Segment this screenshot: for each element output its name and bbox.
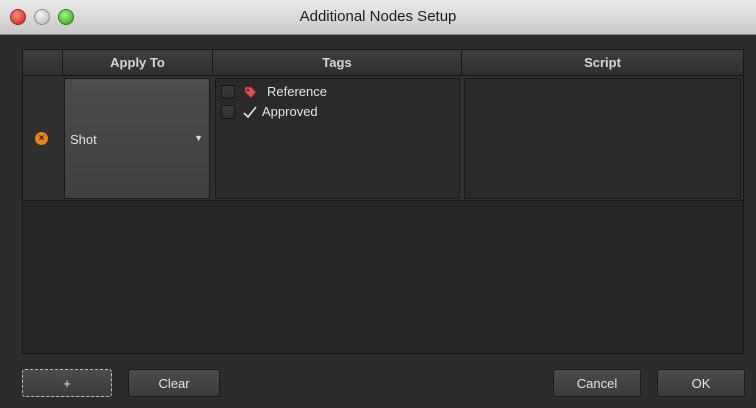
remove-circle-icon[interactable]: × bbox=[35, 132, 48, 145]
tag-label: Approved bbox=[262, 104, 318, 119]
additional-nodes-setup-window: Additional Nodes Setup Apply To Tags Scr… bbox=[0, 0, 756, 408]
apply-to-dropdown[interactable]: Shot ▼ bbox=[64, 78, 210, 199]
script-column-header: Script bbox=[584, 55, 621, 70]
ok-button[interactable]: OK bbox=[657, 369, 745, 397]
clear-button[interactable]: Clear bbox=[128, 369, 220, 397]
checkmark-icon bbox=[243, 106, 257, 119]
apply-to-column-header: Apply To bbox=[63, 50, 213, 75]
cancel-button[interactable]: Cancel bbox=[553, 369, 641, 397]
tag-item-reference: Reference bbox=[221, 83, 451, 101]
window-title: Additional Nodes Setup bbox=[299, 8, 457, 25]
tag-reference-checkbox[interactable] bbox=[221, 85, 235, 99]
title-bar: Additional Nodes Setup bbox=[0, 0, 756, 35]
tag-approved-checkbox[interactable] bbox=[221, 105, 235, 119]
tag-icon bbox=[244, 86, 257, 99]
row-select-cell: × bbox=[23, 76, 63, 200]
script-cell[interactable] bbox=[464, 78, 741, 199]
table-row: × Shot ▼ Reference Approved bbox=[23, 76, 743, 201]
tag-label: Reference bbox=[267, 84, 327, 99]
tags-column-header: Tags bbox=[213, 50, 462, 75]
apply-to-value: Shot bbox=[70, 132, 97, 147]
tag-item-approved: Approved bbox=[221, 103, 451, 121]
tags-cell: Reference Approved bbox=[215, 78, 460, 199]
nodes-table: Apply To Tags Script × Shot ▼ Reference … bbox=[22, 49, 744, 354]
add-row-button[interactable]: + bbox=[22, 369, 112, 397]
table-header: Apply To Tags Script bbox=[23, 50, 743, 76]
select-column-header bbox=[23, 50, 63, 75]
chevron-down-icon: ▼ bbox=[194, 133, 203, 143]
